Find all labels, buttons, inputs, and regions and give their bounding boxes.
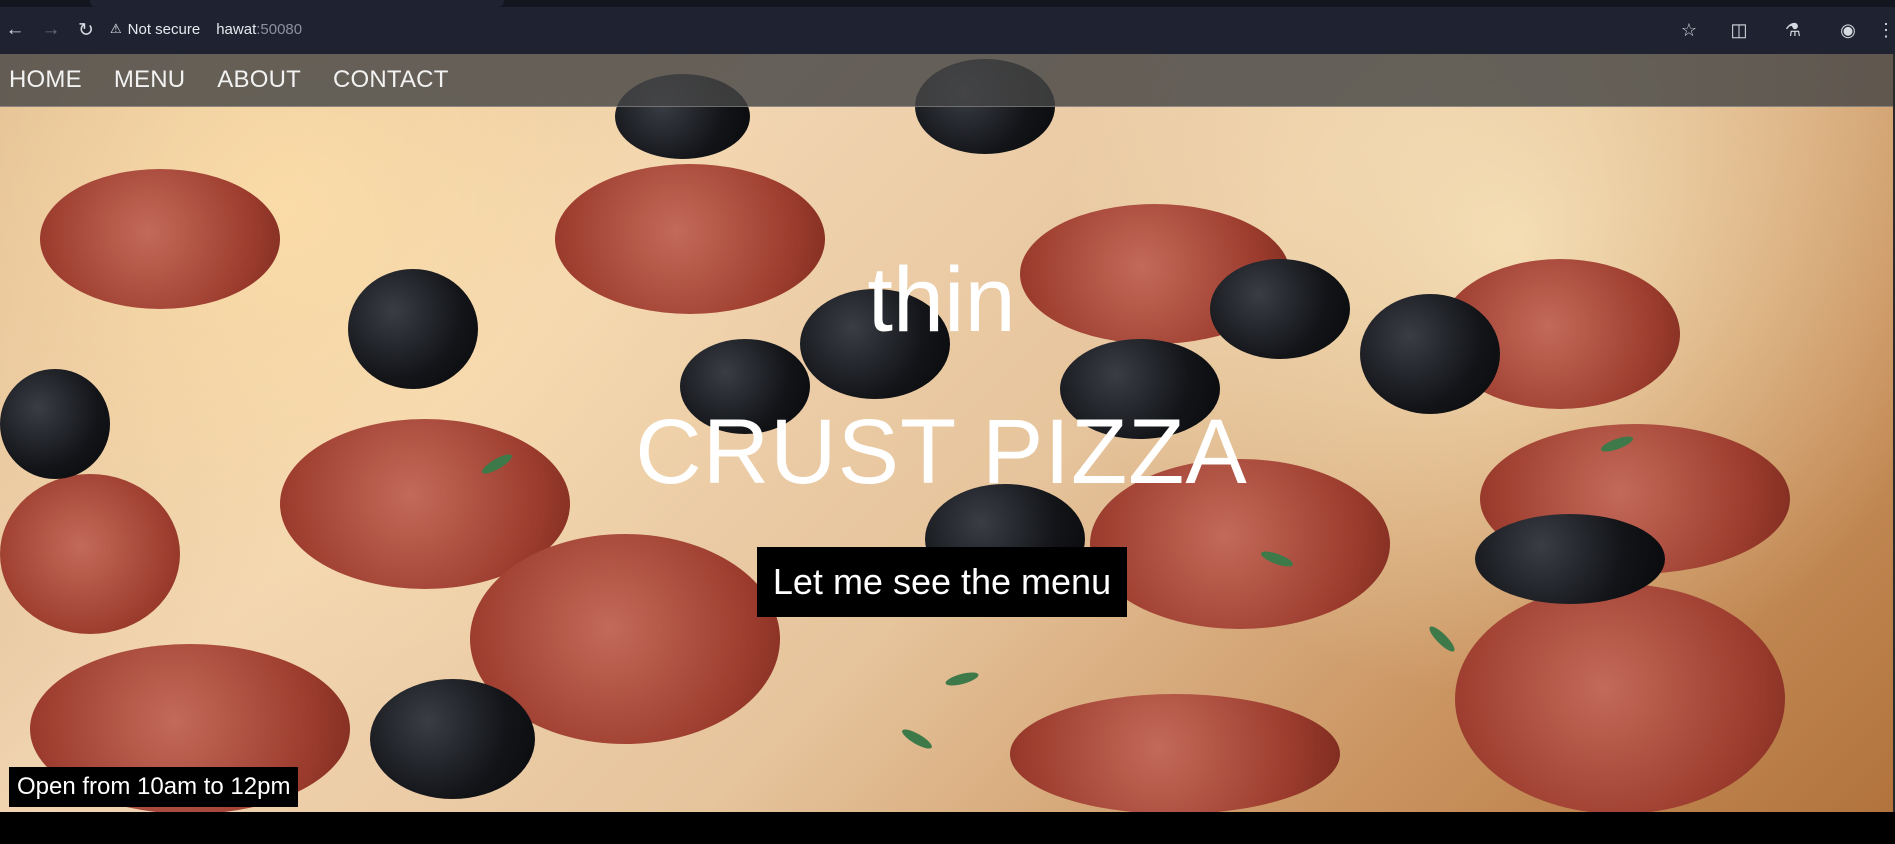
address-bar[interactable]: ⚠ Not secure hawat:50080 — [110, 13, 1760, 45]
reload-button[interactable]: ↻ — [73, 17, 99, 43]
back-button[interactable]: ← — [2, 17, 28, 43]
puzzle-icon: ◫ — [1730, 19, 1748, 40]
forward-button[interactable]: → — [38, 17, 64, 43]
tab-strip — [0, 0, 1895, 7]
labs-button[interactable]: ⚗ — [1780, 17, 1806, 43]
url-port: :50080 — [256, 20, 303, 38]
page-viewport: HOME MENU ABOUT CONTACT thin CRUST PIZZA… — [0, 54, 1895, 844]
profile-button[interactable]: ◉ — [1835, 17, 1861, 43]
profile-icon: ◉ — [1840, 19, 1856, 40]
browser-toolbar: ← → ↻ ⚠ Not secure hawat:50080 ☆ ◫ ⚗ ◉ ⋮ — [0, 0, 1895, 54]
flask-icon: ⚗ — [1784, 19, 1802, 40]
extensions-button[interactable]: ◫ — [1726, 17, 1752, 43]
star-icon: ☆ — [1680, 19, 1698, 40]
see-menu-button[interactable]: Let me see the menu — [757, 547, 1127, 617]
active-tab[interactable] — [90, 0, 504, 7]
security-indicator[interactable]: ⚠ Not secure — [110, 21, 200, 38]
hero-title-main: CRUST PIZZA — [635, 401, 1248, 503]
warning-triangle-icon: ⚠ — [110, 21, 122, 36]
kebab-menu-icon: ⋮ — [1877, 19, 1895, 40]
hero-section: thin CRUST PIZZA Let me see the menu Ope… — [0, 54, 1893, 812]
arrow-right-icon: → — [41, 19, 61, 40]
hero-title-small: thin — [867, 249, 1016, 351]
arrow-left-icon: ← — [5, 19, 25, 40]
browser-menu-button[interactable]: ⋮ — [1873, 17, 1895, 43]
url-text[interactable]: hawat:50080 — [216, 21, 302, 38]
security-label: Not secure — [127, 20, 201, 38]
url-host: hawat — [216, 20, 257, 38]
bookmark-button[interactable]: ☆ — [1676, 17, 1702, 43]
reload-icon: ↻ — [78, 19, 94, 41]
opening-hours-badge: Open from 10am to 12pm — [9, 767, 299, 807]
